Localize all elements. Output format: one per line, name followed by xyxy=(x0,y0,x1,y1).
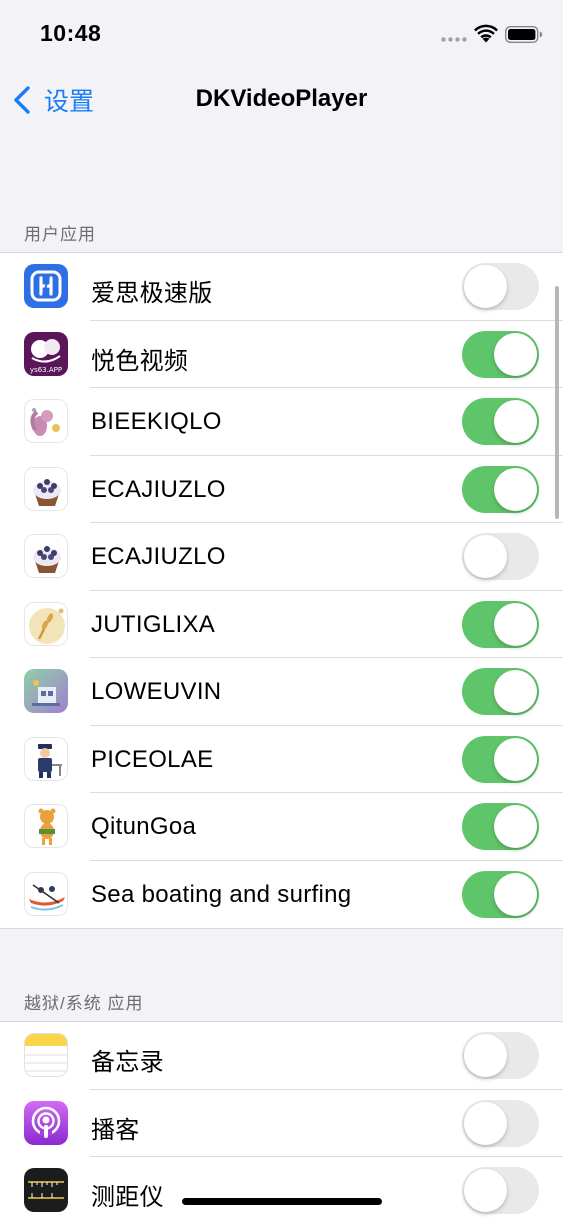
squirrel-app-icon xyxy=(24,399,68,443)
list-item: BIEEKIQLO xyxy=(0,388,563,456)
list-item: ys63.APP 悦色视频 xyxy=(0,321,563,388)
user-apps-list: 爱思极速版 ys63.APP 悦色视频 BIEEKIQLO ECAJIUZLO … xyxy=(0,252,563,929)
cupcake-app-icon xyxy=(24,466,68,511)
app-name: PICEOLAE xyxy=(91,745,214,773)
list-item: 播客 xyxy=(0,1090,563,1157)
navigation-bar: 设置 DKVideoPlayer xyxy=(0,70,563,130)
wifi-icon xyxy=(474,24,498,43)
app-name: QitunGoa xyxy=(91,813,197,840)
section-header-user-apps: 用户应用 xyxy=(24,225,96,244)
yuese-video-app-icon: ys63.APP xyxy=(24,331,68,376)
factory-app-icon xyxy=(24,669,68,713)
app-name: 备忘录 xyxy=(91,1049,164,1076)
cupcake-app-icon xyxy=(24,534,68,578)
list-item: Sea boating and surfing xyxy=(0,861,563,929)
app-toggle[interactable] xyxy=(462,668,539,715)
app-toggle[interactable] xyxy=(462,263,539,310)
police-officer-app-icon xyxy=(24,736,68,781)
app-name: Sea boating and surfing xyxy=(91,880,352,908)
app-name: LOWEUVIN xyxy=(91,678,222,705)
yuese-icon-label: ys63.APP xyxy=(30,366,62,374)
battery-icon xyxy=(505,26,543,43)
kayak-app-icon xyxy=(24,871,68,916)
notes-app-icon xyxy=(24,1033,68,1077)
cellular-signal-icon xyxy=(441,37,467,42)
measure-app-icon xyxy=(24,1168,68,1212)
tiger-app-icon xyxy=(24,804,68,848)
app-toggle[interactable] xyxy=(462,870,539,918)
app-name: 悦色视频 xyxy=(91,347,189,375)
list-item: 爱思极速版 xyxy=(0,253,563,321)
app-name: 播客 xyxy=(91,1116,140,1144)
list-item: 备忘录 xyxy=(0,1022,563,1090)
list-item: 测距仪 xyxy=(0,1157,563,1225)
podcasts-app-icon xyxy=(24,1100,68,1145)
app-toggle[interactable] xyxy=(462,1167,539,1214)
app-toggle[interactable] xyxy=(462,803,539,850)
page-title: DKVideoPlayer xyxy=(195,85,368,112)
status-time: 10:48 xyxy=(40,20,102,46)
app-name: ECAJIUZLO xyxy=(91,543,226,570)
list-item: PICEOLAE xyxy=(0,726,563,793)
list-item: ECAJIUZLO xyxy=(0,456,563,523)
app-toggle[interactable] xyxy=(462,398,539,445)
system-apps-list: 备忘录 播客 测距仪 xyxy=(0,1021,563,1225)
app-toggle[interactable] xyxy=(462,533,539,580)
app-toggle[interactable] xyxy=(462,1032,539,1079)
home-indicator[interactable] xyxy=(182,1198,382,1205)
section-header-system-apps: 越狱/系统 应用 xyxy=(24,994,144,1013)
app-toggle[interactable] xyxy=(462,735,539,783)
aisi-app-icon xyxy=(24,264,68,308)
app-name: 爱思极速版 xyxy=(91,280,213,307)
list-item: LOWEUVIN xyxy=(0,658,563,726)
app-toggle[interactable] xyxy=(462,330,539,378)
app-name: ECAJIUZLO xyxy=(91,475,226,503)
scroll-indicator[interactable] xyxy=(555,286,559,519)
app-toggle[interactable] xyxy=(462,600,539,648)
app-name: BIEEKIQLO xyxy=(91,408,222,435)
app-toggle[interactable] xyxy=(462,1099,539,1147)
app-name: 测距仪 xyxy=(91,1184,164,1211)
list-item: JUTIGLIXA xyxy=(0,591,563,658)
status-bar: 10:48 xyxy=(0,0,563,70)
list-item: QitunGoa xyxy=(0,793,563,861)
app-toggle[interactable] xyxy=(462,465,539,513)
app-name: JUTIGLIXA xyxy=(91,610,216,638)
wheat-app-icon xyxy=(24,601,68,646)
list-item: ECAJIUZLO xyxy=(0,523,563,591)
